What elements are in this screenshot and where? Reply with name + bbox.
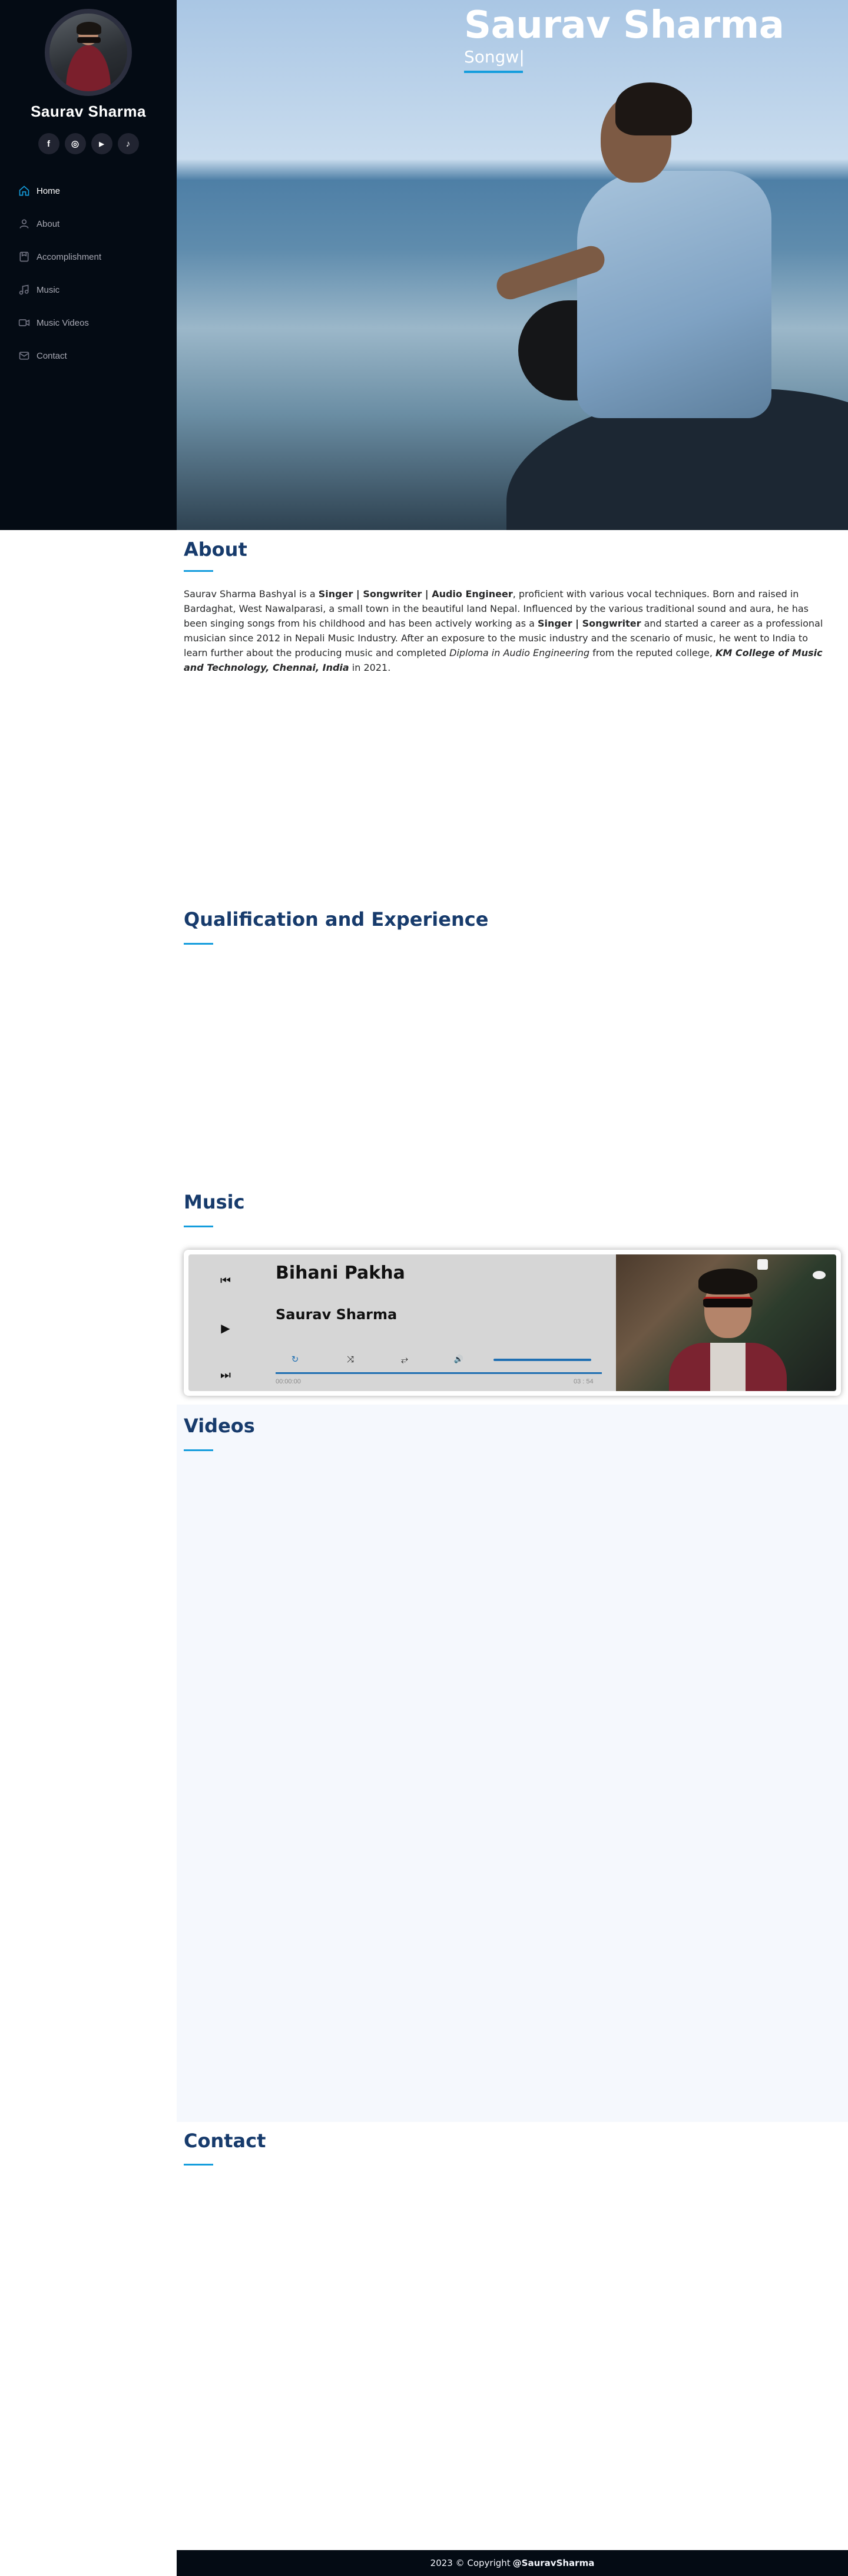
instagram-icon[interactable]: ◎: [64, 133, 86, 154]
nav-label: Home: [37, 186, 61, 196]
file-icon: [18, 250, 31, 263]
shuffle-icon[interactable]: ⤨: [343, 1353, 358, 1365]
volume-icon[interactable]: 🔊: [451, 1353, 466, 1365]
hero-photo-person: [483, 82, 789, 436]
music-icon: [18, 283, 31, 296]
nav-label: About: [37, 218, 60, 229]
profile-name: Saurav Sharma: [31, 102, 146, 120]
footer: 2023 © Copyright @SauravSharma: [177, 2550, 848, 2576]
about-title-underline: [184, 570, 213, 572]
nav-label: Contact: [37, 350, 67, 361]
copyright-name: @SauravSharma: [512, 2558, 595, 2568]
play-button[interactable]: ▶: [217, 1319, 234, 1337]
videos-title: Videos: [184, 1415, 255, 1437]
nav-item-accomplishment[interactable]: Accomplishment: [18, 240, 159, 273]
hero-section: Saurav Sharma Songw|: [177, 0, 848, 530]
hero-typed-subtitle: Songw|: [464, 47, 525, 67]
nav-label: Music: [37, 284, 60, 295]
volume-slider[interactable]: [493, 1359, 591, 1361]
nav-item-music-videos[interactable]: Music Videos: [18, 306, 159, 339]
social-links: f ◎ ▶ ♪: [0, 133, 177, 154]
home-icon: [18, 184, 31, 197]
hero-underline: [464, 71, 523, 73]
nav-item-contact[interactable]: Contact: [18, 339, 159, 372]
facebook-icon[interactable]: f: [38, 133, 59, 154]
album-art-sunglasses: [703, 1297, 753, 1307]
qualification-title-underline: [184, 943, 213, 945]
avatar: [45, 9, 132, 96]
copyright-text: 2023 © Copyright: [430, 2558, 511, 2568]
hero-title: Saurav Sharma: [464, 4, 784, 47]
song-artist: Saurav Sharma: [276, 1306, 398, 1323]
about-title: About: [184, 538, 247, 561]
music-title-underline: [184, 1226, 213, 1227]
hero-hair: [615, 82, 692, 135]
qualification-title: Qualification and Experience: [184, 908, 489, 931]
current-time: 00:00:00: [276, 1378, 301, 1385]
about-text-part: from the reputed college,: [589, 647, 716, 658]
about-text-bold: Singer | Songwriter: [538, 618, 641, 629]
next-track-button[interactable]: ⏭: [217, 1366, 234, 1384]
previous-track-button[interactable]: ⏮: [217, 1272, 234, 1290]
music-player: ⏮ ▶ ⏭ Bihani Pakha Saurav Sharma ↻ ⤨ ⥂ 🔊…: [184, 1250, 841, 1396]
envelope-icon: [18, 349, 31, 362]
contact-title: Contact: [184, 2130, 266, 2152]
avatar-shades: [77, 37, 101, 43]
avatar-hair: [77, 22, 101, 35]
contact-title-underline: [184, 2164, 213, 2166]
nav-item-home[interactable]: Home: [18, 174, 159, 207]
about-text-part: Saurav Sharma Bashyal is a: [184, 588, 319, 600]
about-text-bold: Singer | Songwriter | Audio Engineer: [318, 588, 513, 600]
videos-section: [177, 1405, 848, 2122]
music-title: Music: [184, 1191, 245, 1213]
repeat-icon[interactable]: ↻: [287, 1353, 303, 1365]
nav-item-about[interactable]: About: [18, 207, 159, 240]
about-paragraph: Saurav Sharma Bashyal is a Singer | Song…: [184, 587, 829, 675]
videos-title-underline: [184, 1449, 213, 1451]
nav-item-music[interactable]: Music: [18, 273, 159, 306]
track-duration: 03 : 54: [574, 1378, 594, 1385]
user-icon: [18, 217, 31, 230]
nav-label: Music Videos: [37, 317, 89, 328]
album-art-light: [813, 1271, 826, 1279]
player-controls-panel: ⏮ ▶ ⏭ Bihani Pakha Saurav Sharma ↻ ⤨ ⥂ 🔊…: [188, 1254, 616, 1391]
song-title: Bihani Pakha: [276, 1263, 405, 1283]
sidebar: Saurav Sharma f ◎ ▶ ♪ Home About Accompl…: [0, 0, 177, 530]
tiktok-icon[interactable]: ♪: [117, 133, 139, 154]
youtube-icon[interactable]: ▶: [91, 133, 112, 154]
about-text-italic: Diploma in Audio Engineering: [449, 647, 590, 658]
album-art-hair: [698, 1269, 757, 1294]
progress-bar[interactable]: [276, 1372, 602, 1374]
video-icon: [18, 316, 31, 329]
nav-menu: Home About Accomplishment Music Music Vi…: [18, 174, 159, 372]
about-text-part: in 2021.: [349, 662, 391, 673]
repeat-one-icon[interactable]: ⥂: [397, 1353, 412, 1365]
nav-label: Accomplishment: [37, 251, 102, 262]
album-art-badge: [757, 1259, 768, 1270]
album-art: [616, 1254, 836, 1391]
hero-jacket: [577, 171, 771, 418]
album-art-tee: [710, 1343, 746, 1391]
